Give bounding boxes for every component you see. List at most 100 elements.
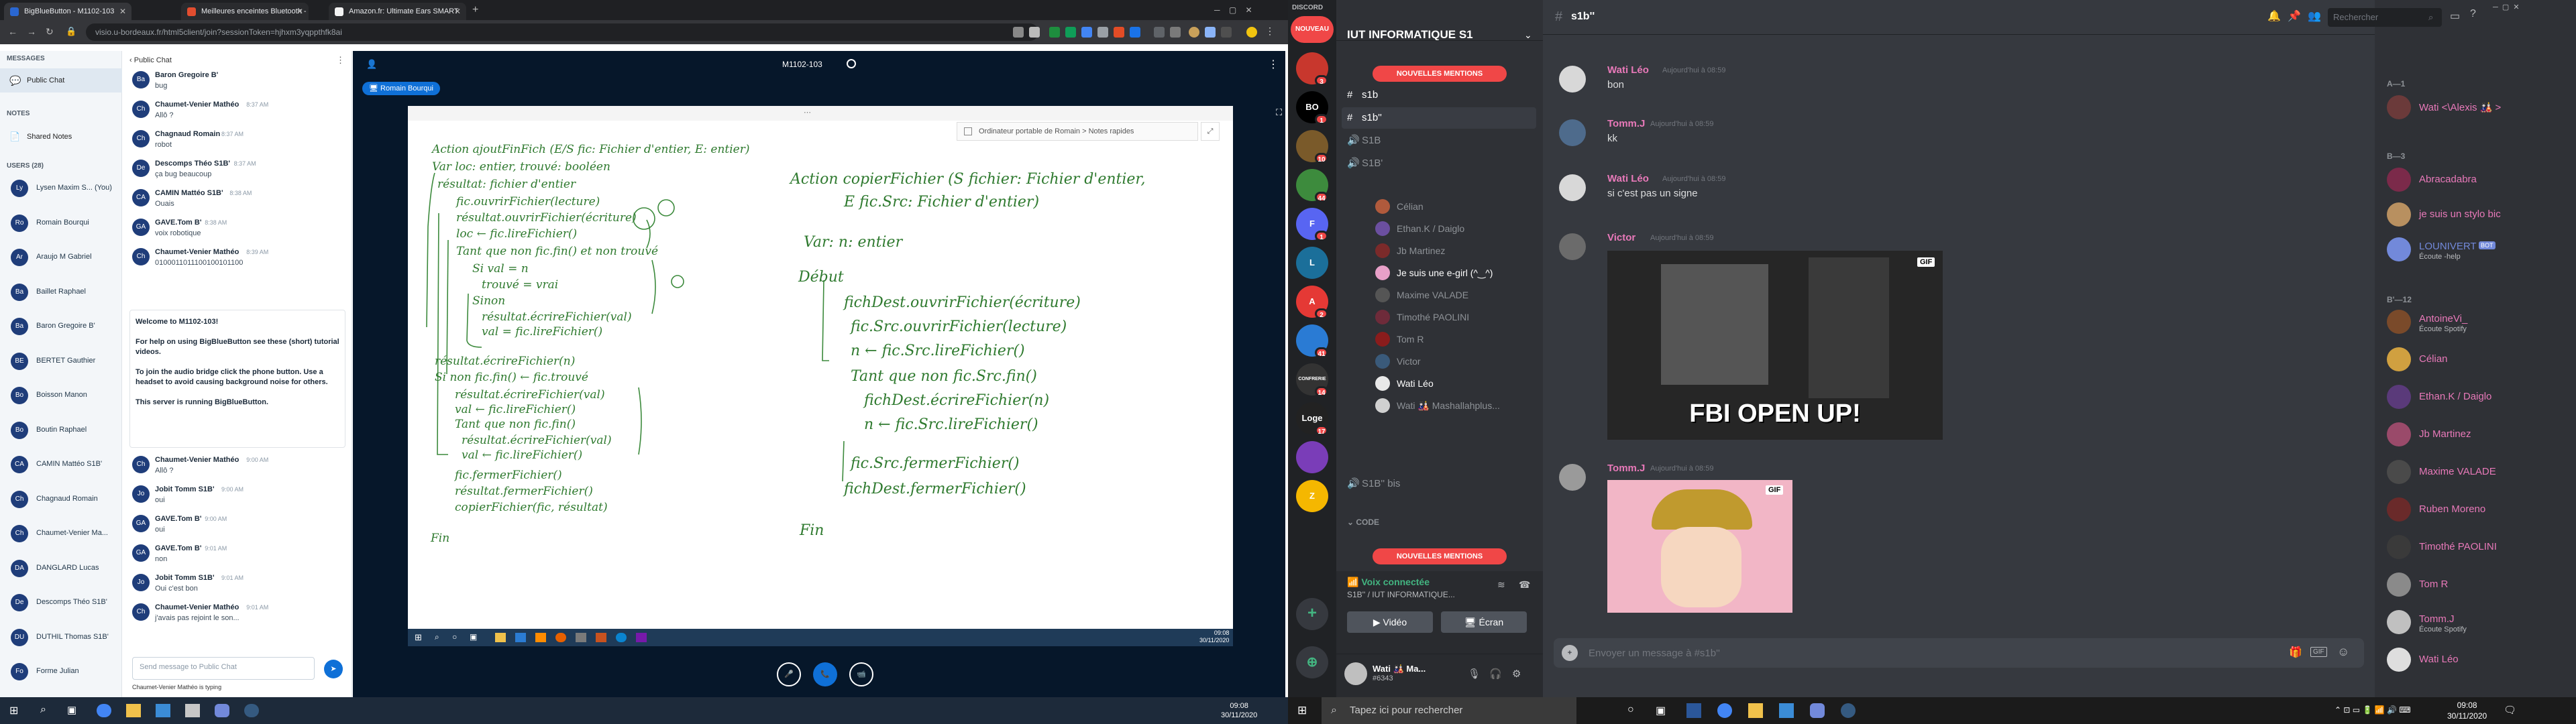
chrome-icon[interactable] — [97, 704, 111, 717]
member-item[interactable]: Tomm.J Écoute Spotify — [2387, 607, 2568, 637]
user-item[interactable]: Ba Baillet Raphael — [4, 277, 121, 308]
taskview-icon[interactable]: ▣ — [1656, 704, 1666, 717]
member-item[interactable]: Abracadabra — [2387, 165, 2568, 194]
user-item[interactable]: Ly Lysen Maxim S... (You) — [4, 173, 121, 204]
category-code[interactable]: ⌄ CODE — [1347, 518, 1379, 527]
voice-user[interactable]: Wati 🎎 Mashallahplus... — [1375, 395, 1536, 416]
voice-user[interactable]: Jb Martinez — [1375, 240, 1536, 261]
member-item[interactable]: Timothé PAOLINI — [2387, 532, 2568, 562]
profile-avatar[interactable] — [1189, 27, 1199, 38]
user-item[interactable]: Bo Boutin Raphael — [4, 415, 121, 446]
extension-icon[interactable] — [1114, 27, 1124, 38]
gift-icon[interactable]: 🎁 — [2289, 646, 2302, 659]
send-button[interactable]: ➤ — [324, 660, 343, 678]
user-item[interactable]: Ch Chagnaud Romain — [4, 484, 121, 515]
discord-icon[interactable] — [1810, 703, 1825, 718]
extension-icon[interactable] — [1221, 27, 1232, 38]
avatar[interactable] — [1559, 174, 1586, 201]
member-item[interactable]: Ethan.K / Daiglo — [2387, 382, 2568, 412]
help-icon[interactable]: ? — [2470, 8, 2476, 20]
close-icon[interactable]: ✕ — [454, 3, 461, 20]
user-item[interactable]: Bo Boisson Manon — [4, 380, 121, 411]
app-icon[interactable] — [1686, 703, 1701, 718]
member-item[interactable]: Wati Léo — [2387, 645, 2568, 674]
avatar[interactable] — [1559, 464, 1586, 491]
taskbar-clock[interactable]: 09:08 30/11/2020 — [2447, 700, 2487, 721]
voice-user[interactable]: Ethan.K / Daiglo — [1375, 218, 1536, 239]
member-item[interactable]: AntoineVi_ Écoute Spotify — [2387, 307, 2568, 337]
message-author[interactable]: Wati Léo — [1607, 173, 1649, 184]
voice-user[interactable]: Timothé PAOLINI — [1375, 306, 1536, 328]
menu-icon[interactable]: ⋮ — [1265, 25, 1275, 37]
close-icon[interactable]: ✕ — [297, 3, 303, 20]
close-icon[interactable]: ✕ — [119, 3, 126, 20]
channel-text[interactable]: # s1b — [1342, 84, 1536, 106]
attach-button[interactable]: + — [1562, 645, 1578, 661]
fbi-gif[interactable]: FBI OPEN UP! GIF — [1607, 251, 1943, 440]
video-button[interactable]: ▶ Vidéo — [1347, 611, 1433, 633]
store-icon[interactable] — [1779, 703, 1794, 718]
members-icon[interactable]: 👥 — [2308, 9, 2321, 23]
store-icon[interactable] — [156, 704, 170, 717]
avatar[interactable] — [1559, 119, 1586, 146]
phone-button[interactable]: 📞 — [813, 662, 837, 686]
user-item[interactable]: Fo Forme Julian — [4, 656, 121, 687]
avatar[interactable] — [1559, 66, 1586, 93]
tab-bigbluebutton[interactable]: BigBlueButton - M1102-103 ✕ — [4, 3, 131, 20]
url-bar[interactable]: visio.u-bordeaux.fr/html5client/join?ses… — [86, 23, 1038, 41]
screen-button[interactable]: 🖥 Écran — [1441, 611, 1527, 633]
gif-picker-button[interactable]: GIF — [2310, 647, 2327, 657]
explore-button[interactable]: ⊕ — [1296, 646, 1328, 678]
puzzle-icon[interactable] — [1170, 27, 1181, 38]
emoji-icon[interactable]: ☺ — [2337, 645, 2349, 659]
folder-icon[interactable] — [126, 704, 141, 717]
user-icon[interactable]: 👤 — [366, 59, 377, 70]
message-author[interactable]: Tomm.J — [1607, 463, 1645, 474]
user-item[interactable]: Ar Araujo M Gabriel — [4, 242, 121, 273]
window-controls[interactable]: ─ ▢ ✕ — [2493, 3, 2520, 11]
system-tray[interactable]: ⌃ ⊡ ▭ 🔋 📶 🔊 ⌨ — [2334, 705, 2411, 715]
disconnect-icon[interactable]: ☎ — [1519, 579, 1530, 591]
member-item[interactable]: LOUNIVERT BOT Écoute -help — [2387, 235, 2568, 264]
user-item[interactable]: Ch Chaumet-Venier Ma... — [4, 518, 121, 549]
microphone-button[interactable]: 🎤 — [777, 662, 801, 686]
message-author[interactable]: Victor — [1607, 232, 1635, 243]
headphones-icon[interactable]: 🎧 — [1489, 668, 1502, 680]
new-mentions-bottom[interactable]: NOUVELLES MENTIONS — [1373, 548, 1507, 564]
new-tab-icon[interactable]: + — [472, 4, 478, 16]
message-composer[interactable]: + Envoyer un message à #s1b'' 🎁 GIF ☺ — [1554, 638, 2364, 668]
user-item[interactable]: BE BERTET Gauthier — [4, 346, 121, 377]
voice-user[interactable]: Victor — [1375, 351, 1536, 372]
windows-start-icon[interactable]: ⊞ — [1297, 704, 1307, 717]
fullscreen-icon[interactable]: ⛶ — [1276, 107, 1282, 118]
extension-icon[interactable] — [1205, 27, 1216, 38]
cortana-icon[interactable]: ○ — [1627, 704, 1634, 716]
chat-header[interactable]: ‹ Public Chat — [129, 56, 172, 64]
extension-icon[interactable] — [1097, 27, 1108, 38]
taskbar-search[interactable]: ⌕ Tapez ici pour rechercher — [1322, 697, 1576, 724]
account-avatar[interactable] — [1246, 27, 1257, 38]
channel-voice[interactable]: 🔊 S1B' — [1342, 153, 1536, 174]
pin-icon[interactable]: 📌 — [2288, 9, 2301, 23]
recording-icon[interactable] — [847, 59, 856, 68]
discord-icon[interactable] — [215, 704, 229, 717]
extension-icon[interactable] — [1130, 27, 1140, 38]
channel-text[interactable]: # s1b'' — [1342, 107, 1536, 129]
window-controls[interactable]: ─ ▢ ✕ — [1214, 5, 1252, 15]
chrome-icon[interactable] — [1717, 703, 1732, 718]
options-icon[interactable]: ⋮ — [1268, 58, 1279, 71]
server-name[interactable]: IUT INFORMATIQUE S1 — [1347, 28, 1473, 42]
shared-notes-item[interactable]: 📄 Shared Notes — [0, 125, 122, 149]
chat-options-icon[interactable]: ⋮ — [336, 55, 345, 66]
server-icon[interactable]: L — [1296, 247, 1328, 279]
back-icon[interactable]: ← — [8, 26, 17, 37]
channel-s1b-bis[interactable]: 🔊 S1B'' bis — [1342, 473, 1536, 495]
member-item[interactable]: je suis un stylo bic — [2387, 200, 2568, 229]
bell-icon[interactable]: 🔔 — [2267, 9, 2281, 23]
extension-icon[interactable] — [1049, 27, 1060, 38]
tab-bluetooth[interactable]: Meilleures enceintes Bluetooth - ✕ — [181, 3, 309, 20]
voice-user[interactable]: Maxime VALADE — [1375, 284, 1536, 306]
reload-icon[interactable]: ↻ — [46, 26, 54, 38]
tab-amazon[interactable]: Amazon.fr: Ultimate Ears SMART ✕ — [329, 3, 466, 20]
extension-icon[interactable] — [1065, 27, 1076, 38]
